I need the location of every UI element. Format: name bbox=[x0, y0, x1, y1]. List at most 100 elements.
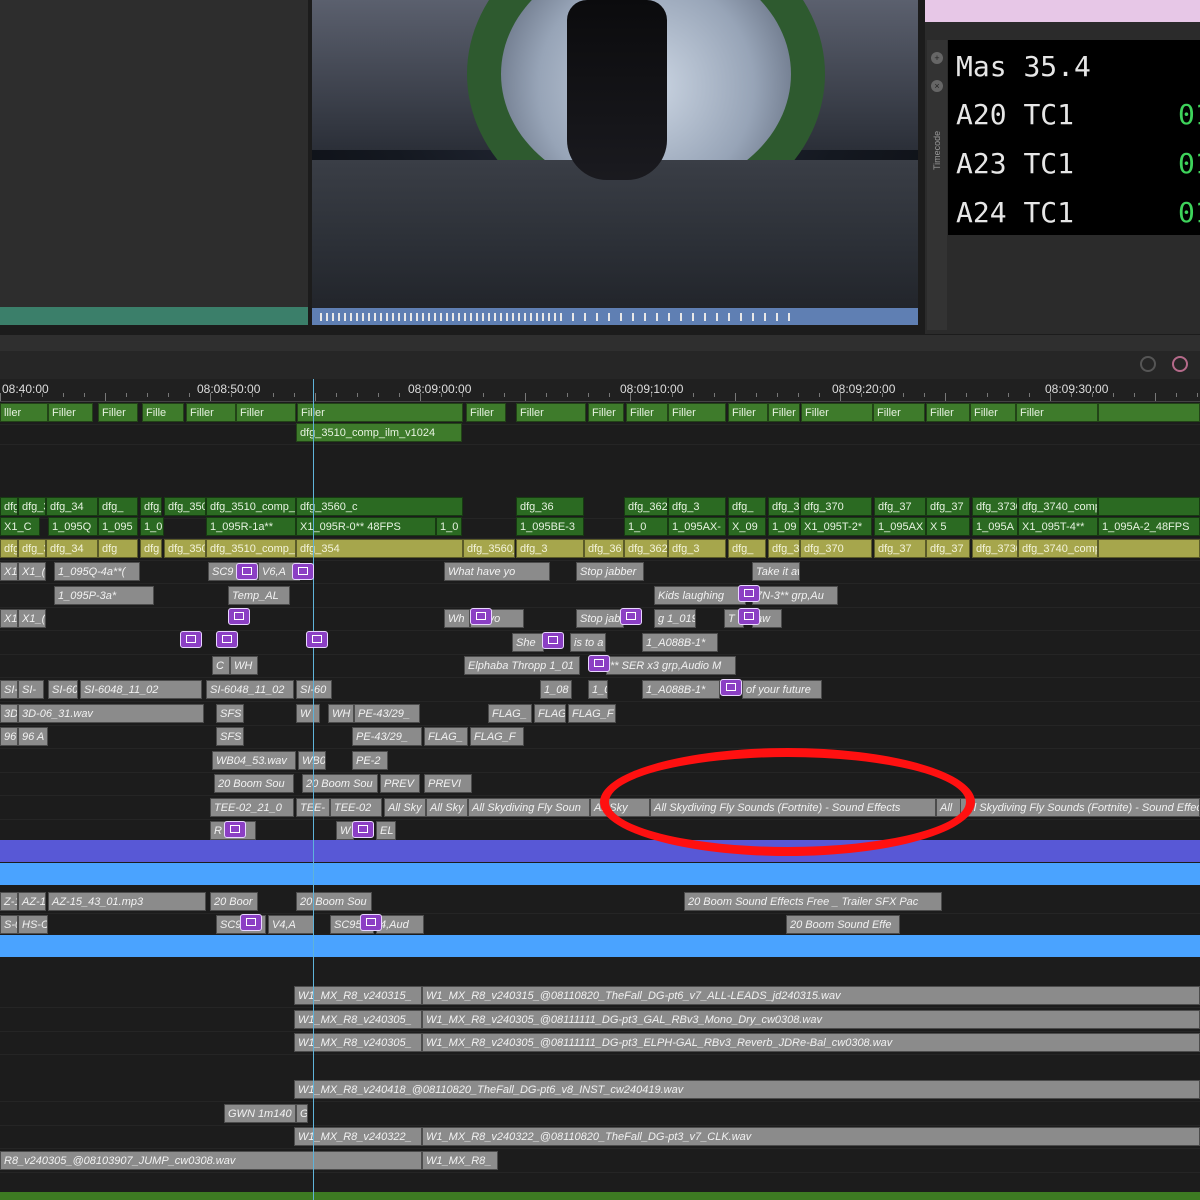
timeline-clip[interactable]: WH bbox=[230, 656, 258, 675]
timeline-clip[interactable]: dfg_3730_co bbox=[972, 497, 1018, 516]
timeline-clip[interactable]: dfg_ bbox=[728, 497, 766, 516]
timeline-clip[interactable]: X 5 bbox=[926, 517, 970, 536]
timeline-clip[interactable]: 1_0 bbox=[588, 680, 608, 699]
timeline-clip[interactable]: Filler bbox=[516, 403, 586, 422]
timeline-clip[interactable] bbox=[1098, 539, 1200, 558]
timeline-clip[interactable]: dfg_3560_c bbox=[296, 497, 463, 516]
timeline-clip[interactable]: dfg_3510_comp_ilm_v1023 bbox=[206, 497, 296, 516]
timeline-clip[interactable]: X1_095R-0** 48FPS bbox=[296, 517, 436, 536]
timeline-clip[interactable]: FLAG bbox=[534, 704, 566, 723]
timeline-clip[interactable]: X1_C bbox=[0, 517, 40, 536]
timeline-clip[interactable]: What have yo bbox=[444, 562, 550, 581]
timeline-clip[interactable]: WH bbox=[328, 704, 354, 723]
timeline-clip[interactable]: SFS bbox=[216, 704, 244, 723]
timeline-clip[interactable]: SI- bbox=[18, 680, 44, 699]
timeline-clip[interactable]: EL bbox=[376, 821, 396, 840]
record-button[interactable] bbox=[1140, 356, 1156, 372]
timeline-clip[interactable]: Filler bbox=[926, 403, 970, 422]
audio-plugin-icon[interactable] bbox=[738, 585, 760, 602]
timeline-clip[interactable]: 7N-3** grp,Au bbox=[752, 586, 838, 605]
timeline-clip[interactable]: dfg_3740_comp_ bbox=[1018, 497, 1098, 516]
menu-button[interactable] bbox=[1172, 356, 1188, 372]
timeline-clip[interactable]: All Skydiving Fly Sounds (Fortnite) - So… bbox=[960, 798, 1200, 817]
timeline-clip[interactable]: dfg_34 bbox=[46, 497, 98, 516]
audio-plugin-icon[interactable] bbox=[620, 608, 642, 625]
timeline-clip[interactable]: 1_095A-2_48FPS bbox=[1098, 517, 1200, 536]
timeline-clip[interactable]: SI- bbox=[0, 680, 18, 699]
timeline-clip[interactable]: Z-1 bbox=[0, 892, 18, 911]
timeline-clip[interactable]: dfg_36 bbox=[516, 497, 584, 516]
timeline-clip[interactable]: 20 Boom Sou bbox=[296, 892, 372, 911]
timeline-clip[interactable]: SI-6048_11_02 bbox=[80, 680, 202, 699]
timeline-clip[interactable]: dfg_ bbox=[728, 539, 766, 558]
timeline-clip[interactable] bbox=[1098, 497, 1200, 516]
timeline-clip[interactable]: dfg_3680_c bbox=[768, 539, 800, 558]
timeline-clip[interactable]: dfg_ bbox=[0, 497, 18, 516]
timeline-clip[interactable]: Filler bbox=[626, 403, 668, 422]
timeline-ruler[interactable]: 08:40:00 08:08:50:00 08:09:00:00 08:09:1… bbox=[0, 379, 1200, 402]
timeline-clip[interactable]: All Skydiving Fly Soun bbox=[468, 798, 590, 817]
timeline-clip[interactable]: X1_( bbox=[18, 609, 46, 628]
timeline-clip[interactable]: X1_ bbox=[0, 562, 18, 581]
audio-plugin-icon[interactable] bbox=[224, 821, 246, 838]
timeline-clip[interactable]: 1_095R-1a** bbox=[206, 517, 296, 536]
timeline-clip[interactable]: dfg_3 bbox=[668, 539, 726, 558]
selected-track-band[interactable] bbox=[0, 840, 1200, 862]
timeline-clip[interactable]: Wh bbox=[444, 609, 470, 628]
timeline-clip[interactable]: PREV bbox=[380, 774, 420, 793]
timeline-clip[interactable]: dfg_ bbox=[0, 539, 18, 558]
timeline-clip[interactable]: GWN 1m140 bbox=[224, 1104, 296, 1123]
timeline-clip[interactable]: Stop jabber bbox=[576, 562, 644, 581]
timeline-clip[interactable]: dfg_3510_comp_ilm_v1023 bbox=[206, 539, 296, 558]
timeline-clip[interactable]: W1_MX_R8_ bbox=[422, 1151, 498, 1170]
timeline-clip[interactable]: Filler bbox=[588, 403, 624, 422]
timeline-clip[interactable]: TEE-02 bbox=[330, 798, 382, 817]
timeline-clip[interactable]: dfg_37 bbox=[926, 539, 970, 558]
timeline-clip[interactable]: is to a bbox=[570, 633, 606, 652]
timeline-clip[interactable]: lller bbox=[0, 403, 48, 422]
timeline-clip[interactable]: HS-C bbox=[18, 915, 48, 934]
audio-plugin-icon[interactable] bbox=[588, 655, 610, 672]
timeline-clip[interactable]: WB04_53.wav bbox=[212, 751, 296, 770]
timeline-clip[interactable]: dfg_3730_co bbox=[972, 539, 1018, 558]
timeline-clip[interactable]: C bbox=[212, 656, 230, 675]
timeline-clip[interactable]: dfg_3680_c bbox=[768, 497, 800, 516]
audio-plugin-icon[interactable] bbox=[720, 679, 742, 696]
timeline-clip[interactable]: SI-60 bbox=[48, 680, 78, 699]
timeline-clip[interactable]: 1_095AX bbox=[874, 517, 926, 536]
timeline-clip[interactable]: 3D bbox=[0, 704, 18, 723]
timeline-clip[interactable]: TEE-02_21_0 bbox=[210, 798, 294, 817]
timeline-clip[interactable]: S-0 bbox=[0, 915, 18, 934]
timeline-clip[interactable]: dfg_346 bbox=[18, 539, 46, 558]
source-scrub-bar[interactable] bbox=[0, 307, 308, 325]
timeline-clip[interactable]: Fille bbox=[142, 403, 184, 422]
timeline-clip[interactable]: Take it aw bbox=[752, 562, 800, 581]
timeline-clip[interactable]: W1_MX_R8_v240322_@08110820_TheFall_DG-pt… bbox=[422, 1127, 1200, 1146]
timeline-clip[interactable]: Filler bbox=[873, 403, 925, 422]
timeline-clip[interactable]: dfg_37 bbox=[926, 497, 970, 516]
timeline-clip[interactable]: X1_095T-2* bbox=[800, 517, 872, 536]
timeline-clip[interactable]: Filler bbox=[236, 403, 296, 422]
audio-plugin-icon[interactable] bbox=[180, 631, 202, 648]
timeline-clip[interactable]: 1_095BE-3 bbox=[516, 517, 584, 536]
timeline-clip[interactable]: Stop jab bbox=[576, 609, 624, 628]
audio-plugin-icon[interactable] bbox=[306, 631, 328, 648]
timeline-clip[interactable]: W1_MX_R8_v240418_@08110820_TheFall_DG-pt… bbox=[294, 1080, 1200, 1099]
timeline-clip[interactable]: Filler bbox=[48, 403, 93, 422]
timeline-clip[interactable]: 1_095A bbox=[972, 517, 1018, 536]
close-icon[interactable]: × bbox=[931, 80, 943, 92]
audio-plugin-icon[interactable] bbox=[216, 631, 238, 648]
timeline-clip[interactable]: 20 Boom Sound Effects Free _ Trailer SFX… bbox=[684, 892, 942, 911]
timeline-clip[interactable]: All Sky bbox=[426, 798, 468, 817]
timeline-clip[interactable]: W1_MX_R8_v240315_@08110820_TheFall_DG-pt… bbox=[422, 986, 1200, 1005]
timeline-clip[interactable]: PREVI bbox=[424, 774, 472, 793]
timeline-clip[interactable]: 1_08 bbox=[540, 680, 572, 699]
timeline-clip[interactable]: Filler bbox=[297, 403, 463, 422]
timeline-clip[interactable]: dfg_3 bbox=[516, 539, 584, 558]
timeline-clip[interactable]: dfg_36 bbox=[584, 539, 624, 558]
timeline-clip[interactable]: FLAG_F bbox=[568, 704, 616, 723]
timeline-clip[interactable]: G bbox=[296, 1104, 308, 1123]
timeline-clip[interactable]: dfg_37 bbox=[874, 497, 926, 516]
audio-plugin-icon[interactable] bbox=[228, 608, 250, 625]
timeline-clip[interactable]: WB0 bbox=[298, 751, 326, 770]
